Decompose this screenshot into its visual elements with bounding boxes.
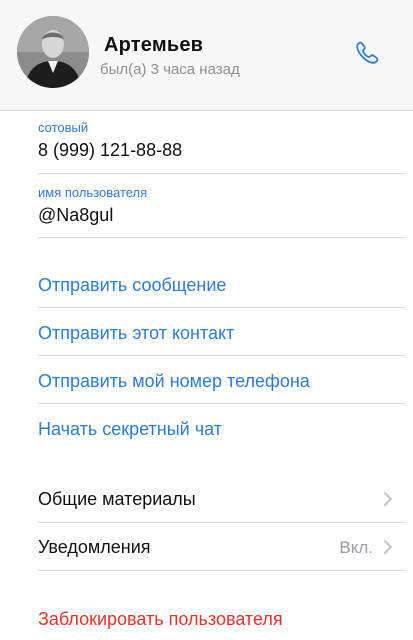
contact-name: Артемьев [104,34,204,56]
avatar[interactable] [17,16,89,88]
divider [38,355,405,356]
username-label: имя пользователя [38,185,148,200]
divider [38,173,405,174]
divider [38,307,405,308]
shared-media-row[interactable]: Общие материалы [0,477,413,521]
notifications-row[interactable]: Уведомления Вкл. [0,525,413,569]
phone-label: сотовый [38,120,89,135]
last-seen-status: был(а) 3 часа назад [100,61,240,78]
block-user-button[interactable]: Заблокировать пользователя [38,609,283,630]
start-secret-chat-button[interactable]: Начать секретный чат [38,419,222,440]
divider [38,403,405,404]
chevron-right-icon [384,492,392,506]
notifications-label: Уведомления [38,537,151,557]
share-my-phone-button[interactable]: Отправить мой номер телефона [38,371,310,392]
share-contact-button[interactable]: Отправить этот контакт [38,323,234,344]
call-button[interactable] [352,38,382,68]
chevron-right-icon [384,540,392,554]
phone-number[interactable]: 8 (999) 121-88-88 [38,140,182,161]
divider [38,237,405,238]
divider [38,570,405,571]
avatar-photo [17,16,89,88]
notifications-status: Вкл. [339,538,373,557]
username-value[interactable]: @Na8gul [38,205,113,226]
phone-icon [356,41,379,64]
send-message-button[interactable]: Отправить сообщение [38,275,226,296]
contact-header: Артемьев был(а) 3 часа назад [0,0,413,111]
divider [38,522,405,523]
shared-media-label: Общие материалы [38,489,196,509]
contact-info-list: сотовый 8 (999) 121-88-88 имя пользовате… [0,111,413,640]
